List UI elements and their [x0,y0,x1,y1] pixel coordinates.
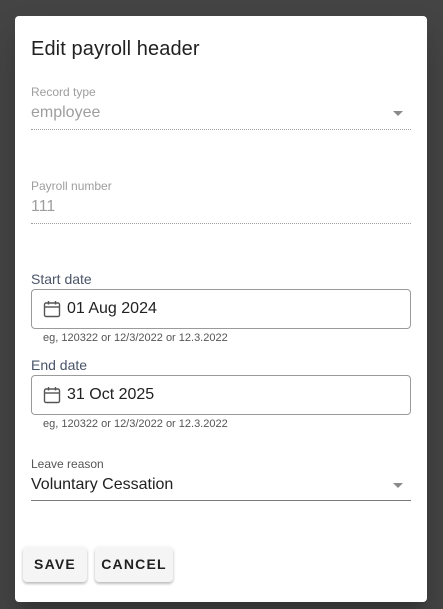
leave-reason-underline [31,500,411,501]
payroll-number-input: 111 [31,198,56,215]
payroll-number-label: Payroll number [31,179,112,193]
start-date-field[interactable]: 01 Aug 2024 [31,289,411,329]
record-type-label: Record type [31,85,96,99]
payroll-number-underline [31,223,411,224]
leave-reason-label: Leave reason [31,457,104,471]
record-type-underline [31,129,411,130]
save-button[interactable]: SAVE [23,547,87,582]
calendar-icon[interactable] [43,386,61,404]
start-date-input[interactable]: 01 Aug 2024 [67,300,157,318]
end-date-input[interactable]: 31 Oct 2025 [67,386,154,404]
edit-payroll-header-dialog: Edit payroll header Record type employee… [15,16,427,602]
start-date-label: Start date [31,271,92,287]
cancel-button[interactable]: CANCEL [95,547,173,582]
end-date-label: End date [31,357,88,373]
end-date-helper-text: eg, 120322 or 12/3/2022 or 12.3.2022 [43,418,228,430]
calendar-icon[interactable] [43,300,61,318]
dialog-title: Edit payroll header [31,38,200,60]
record-type-select: employee [31,104,101,121]
end-date-field[interactable]: 31 Oct 2025 [31,375,411,415]
leave-reason-select[interactable]: Voluntary Cessation [31,476,391,494]
start-date-helper-text: eg, 120322 or 12/3/2022 or 12.3.2022 [43,332,228,344]
chevron-down-icon[interactable] [393,483,403,488]
chevron-down-icon [393,111,403,116]
